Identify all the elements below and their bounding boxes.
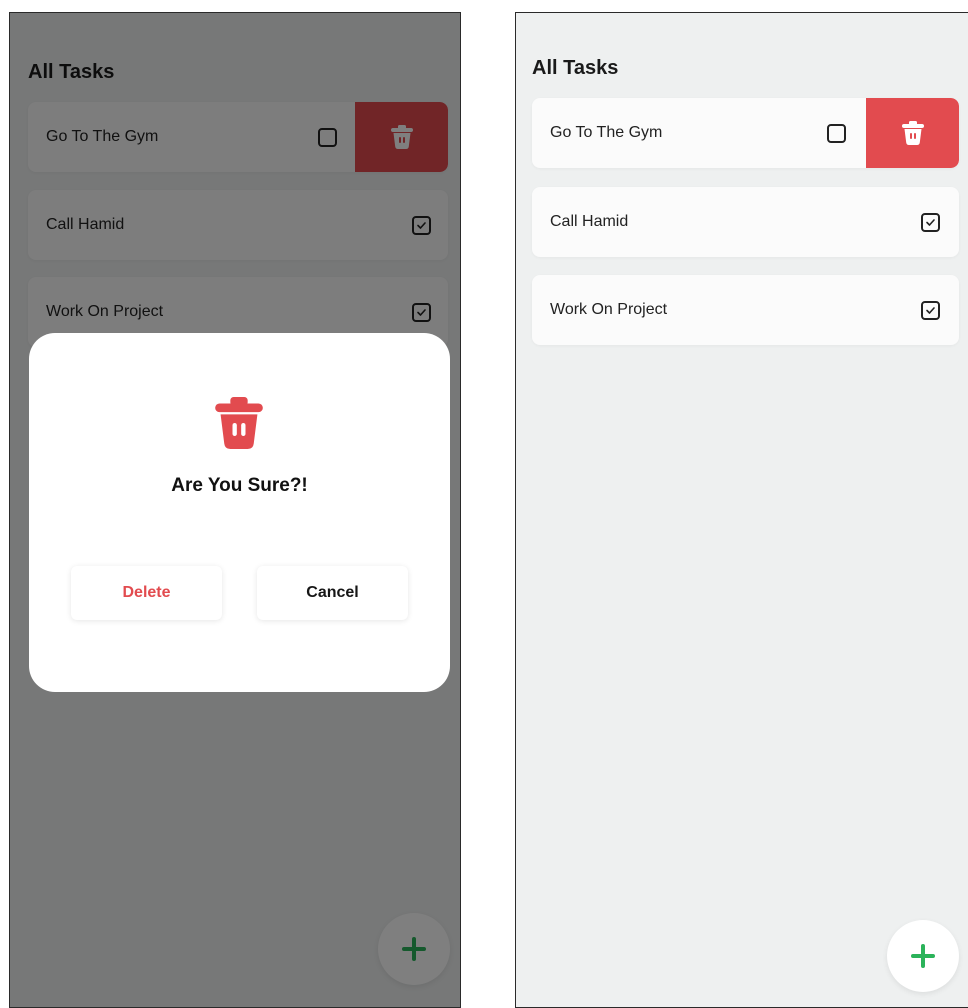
swipe-delete-button[interactable] — [866, 98, 959, 168]
task-item-project[interactable]: Work On Project — [532, 275, 959, 345]
task-label: Work On Project — [550, 301, 668, 318]
trash-icon — [215, 397, 263, 449]
task-label: Call Hamid — [550, 213, 629, 230]
page-title: All Tasks — [532, 57, 619, 79]
checkbox-empty-icon[interactable] — [827, 124, 846, 143]
task-label: Go To The Gym — [550, 124, 663, 141]
delete-button[interactable]: Delete — [71, 566, 222, 620]
checkbox-checked-icon[interactable] — [921, 301, 940, 320]
add-task-button[interactable] — [887, 920, 959, 992]
task-item-gym[interactable]: Go To The Gym — [532, 98, 959, 168]
dialog-title: Are You Sure?! — [171, 475, 308, 496]
screen-task-list: All Tasks Go To The Gym Call Hamid Work … — [515, 12, 968, 1008]
screen-with-dialog: All Tasks Go To The Gym Call Hamid Work … — [9, 12, 461, 1008]
trash-icon — [901, 121, 924, 145]
cancel-button[interactable]: Cancel — [257, 566, 408, 620]
task-item-call[interactable]: Call Hamid — [532, 187, 959, 257]
plus-icon — [911, 944, 935, 968]
checkbox-checked-icon[interactable] — [921, 213, 940, 232]
confirm-delete-dialog: Are You Sure?! Delete Cancel — [29, 333, 450, 692]
